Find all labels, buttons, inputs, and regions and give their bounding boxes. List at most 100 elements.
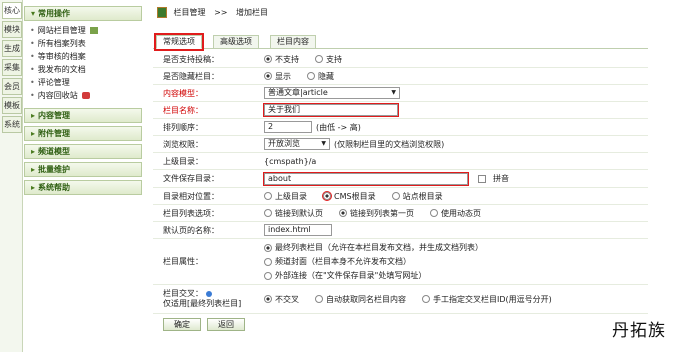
vtab-core[interactable]: 核心 (2, 2, 22, 19)
bullet-icon: • (30, 39, 35, 48)
recycle-bin-icon[interactable] (81, 92, 90, 99)
sidebar-item-column-manage[interactable]: • 网站栏目管理 (30, 24, 142, 37)
row-default-page: 默认页的名称： index.html (153, 222, 648, 239)
breadcrumb-current: 增加栏目 (236, 8, 269, 17)
sidebar-section-batch[interactable]: ▸ 批量维护 (24, 162, 142, 177)
save-dir-input[interactable]: about (263, 171, 469, 186)
default-page-input[interactable]: index.html (264, 224, 332, 236)
radio-dynamic-page[interactable]: 使用动态页 (430, 208, 481, 219)
radio-manual-cross[interactable]: 手工指定交叉栏目ID(用逗号分开) (422, 294, 552, 305)
radio-cms-root[interactable]: CMS根目录 (322, 191, 376, 202)
radio-site-root[interactable]: 站点根目录 (391, 191, 443, 202)
bullet-icon: • (30, 26, 35, 35)
radio-final-list[interactable]: 最终列表栏目（允许在本栏目发布文档，并生成文档列表） (264, 242, 483, 253)
tab-general[interactable]: 常规选项 (156, 35, 202, 49)
main-panel: 栏目管理 >> 增加栏目 常规选项 高级选项 栏目内容 是否支持投稿： 不支持 支… (153, 4, 648, 332)
sidebar-section-attachment[interactable]: ▸ 附件管理 (24, 126, 142, 141)
row-support-submit: 是否支持投稿： 不支持 支持 (153, 51, 648, 68)
column-name-input[interactable]: 关于我们 (263, 103, 399, 117)
radio-no-submit[interactable]: 不支持 (264, 54, 299, 65)
sidebar-item-my-docs[interactable]: • 我发布的文档 (30, 63, 142, 76)
sidebar-item-pending-docs[interactable]: • 等审核的档案 (30, 50, 142, 63)
vtab-system[interactable]: 系统 (2, 116, 22, 133)
label-cross-column: 栏目交叉： 仅适用[最终列表栏目] (163, 289, 242, 308)
expand-arrow-icon: ▸ (31, 183, 36, 192)
label-content-model: 内容模型： (163, 88, 203, 98)
expand-arrow-icon: ▸ (31, 129, 36, 138)
radio-hide[interactable]: 隐藏 (307, 71, 334, 82)
tab-column-content[interactable]: 栏目内容 (270, 35, 316, 49)
radio-parent-dir[interactable]: 上级目录 (264, 191, 307, 202)
label-list-option: 栏目列表选项： (163, 208, 219, 218)
radio-external-link[interactable]: 外部连接（在"文件保存目录"处填写网址） (264, 270, 426, 281)
row-save-dir: 文件保存目录： about 拼音 (153, 170, 648, 188)
sidebar: ▾ 常用操作 • 网站栏目管理 • 所有档案列表 • 等审核的档案 • 我发布的文档 • 评… (24, 6, 142, 198)
sidebar-item-all-docs[interactable]: • 所有档案列表 (30, 37, 142, 50)
breadcrumb-separator: >> (214, 8, 228, 17)
row-sort-order: 排列顺序： 2 (由低 -> 高) (153, 119, 648, 136)
row-list-option: 栏目列表选项： 链接到默认页 链接到列表第一页 使用动态页 (153, 205, 648, 222)
radio-channel-cover[interactable]: 频道封面（栏目本身不允许发布文档） (264, 256, 411, 267)
label-parent-dir: 上级目录： (163, 156, 203, 166)
collapse-arrow-icon: ▾ (31, 9, 36, 18)
row-cross-column: 栏目交叉： 仅适用[最终列表栏目] 不交叉 自动获取同名栏目内容 手工指定交叉栏目I… (153, 285, 648, 314)
label-sort-order: 排列顺序： (163, 122, 203, 132)
label-column-attr: 栏目属性： (163, 257, 203, 266)
breadcrumb: 栏目管理 >> 增加栏目 (153, 4, 648, 22)
expand-arrow-icon: ▸ (31, 165, 36, 174)
row-dir-position: 目录相对位置： 上级目录 CMS根目录 站点根目录 (153, 188, 648, 205)
breadcrumb-root[interactable]: 栏目管理 (174, 8, 206, 17)
vtab-collect[interactable]: 采集 (2, 59, 22, 76)
radio-auto-cross[interactable]: 自动获取同名栏目内容 (315, 294, 406, 305)
vtab-template[interactable]: 模板 (2, 97, 22, 114)
label-save-dir: 文件保存目录： (163, 174, 219, 183)
back-button[interactable]: 返回 (207, 317, 245, 331)
tab-advanced[interactable]: 高级选项 (213, 35, 259, 49)
vertical-tabs: 核心 模块 生成 采集 会员 模板 系统 (0, 0, 23, 352)
dropdown-arrow-icon: ▼ (391, 89, 396, 96)
row-column-name: 栏目名称： 关于我们 (153, 102, 648, 119)
content-model-select[interactable]: 普通文章|article ▼ (264, 87, 400, 99)
sidebar-section-channel-model[interactable]: ▸ 频道模型 (24, 144, 142, 159)
button-bar: 确定 返回 (153, 316, 648, 332)
expand-arrow-icon: ▸ (31, 147, 36, 156)
sort-order-input[interactable]: 2 (264, 121, 312, 133)
view-permission-select[interactable]: 开放浏览 ▼ (264, 138, 330, 150)
sidebar-item-comments[interactable]: • 评论管理 (30, 76, 142, 89)
book-icon (157, 7, 167, 18)
sort-order-hint: (由低 -> 高) (316, 122, 361, 132)
radio-show[interactable]: 显示 (264, 71, 291, 82)
row-content-model: 内容模型： 普通文章|article ▼ (153, 85, 648, 102)
sidebar-section-common[interactable]: ▾ 常用操作 (24, 6, 142, 21)
bullet-icon: • (30, 52, 35, 61)
pinyin-checkbox[interactable] (478, 174, 486, 183)
bullet-icon: • (30, 65, 35, 74)
vtab-module[interactable]: 模块 (2, 21, 22, 38)
bullet-icon: • (30, 78, 35, 87)
vtab-member[interactable]: 会员 (2, 78, 22, 95)
bullet-icon: • (30, 91, 35, 100)
sidebar-section-content[interactable]: ▸ 内容管理 (24, 108, 142, 123)
pinyin-label: 拼音 (493, 174, 509, 183)
parent-dir-value: {cmspath}/a (264, 156, 317, 166)
label-hidden-column: 是否隐藏栏目： (163, 71, 219, 81)
row-parent-dir: 上级目录： {cmspath}/a (153, 153, 648, 170)
add-icon[interactable] (89, 27, 98, 34)
radio-link-first-page[interactable]: 链接到列表第一页 (339, 208, 414, 219)
radio-link-default[interactable]: 链接到默认页 (264, 208, 323, 219)
label-support-submit: 是否支持投稿： (163, 54, 219, 64)
label-dir-position: 目录相对位置： (163, 191, 219, 201)
row-hidden-column: 是否隐藏栏目： 显示 隐藏 (153, 68, 648, 85)
form: 是否支持投稿： 不支持 支持 是否隐藏栏目： 显示 隐藏 内容模型： 普通文章|ar… (153, 51, 648, 314)
radio-submit[interactable]: 支持 (315, 54, 342, 65)
dropdown-arrow-icon: ▼ (321, 140, 326, 147)
sidebar-section-help[interactable]: ▸ 系统帮助 (24, 180, 142, 195)
ok-button[interactable]: 确定 (163, 317, 201, 331)
row-column-attr: 栏目属性： 最终列表栏目（允许在本栏目发布文档，并生成文档列表） 频道封面（栏目… (153, 239, 648, 285)
help-icon[interactable] (206, 290, 212, 297)
label-column-name: 栏目名称： (163, 105, 203, 115)
vtab-generate[interactable]: 生成 (2, 40, 22, 57)
radio-no-cross[interactable]: 不交叉 (264, 294, 299, 305)
sidebar-item-recycle[interactable]: • 内容回收站 (30, 89, 142, 102)
expand-arrow-icon: ▸ (31, 111, 36, 120)
